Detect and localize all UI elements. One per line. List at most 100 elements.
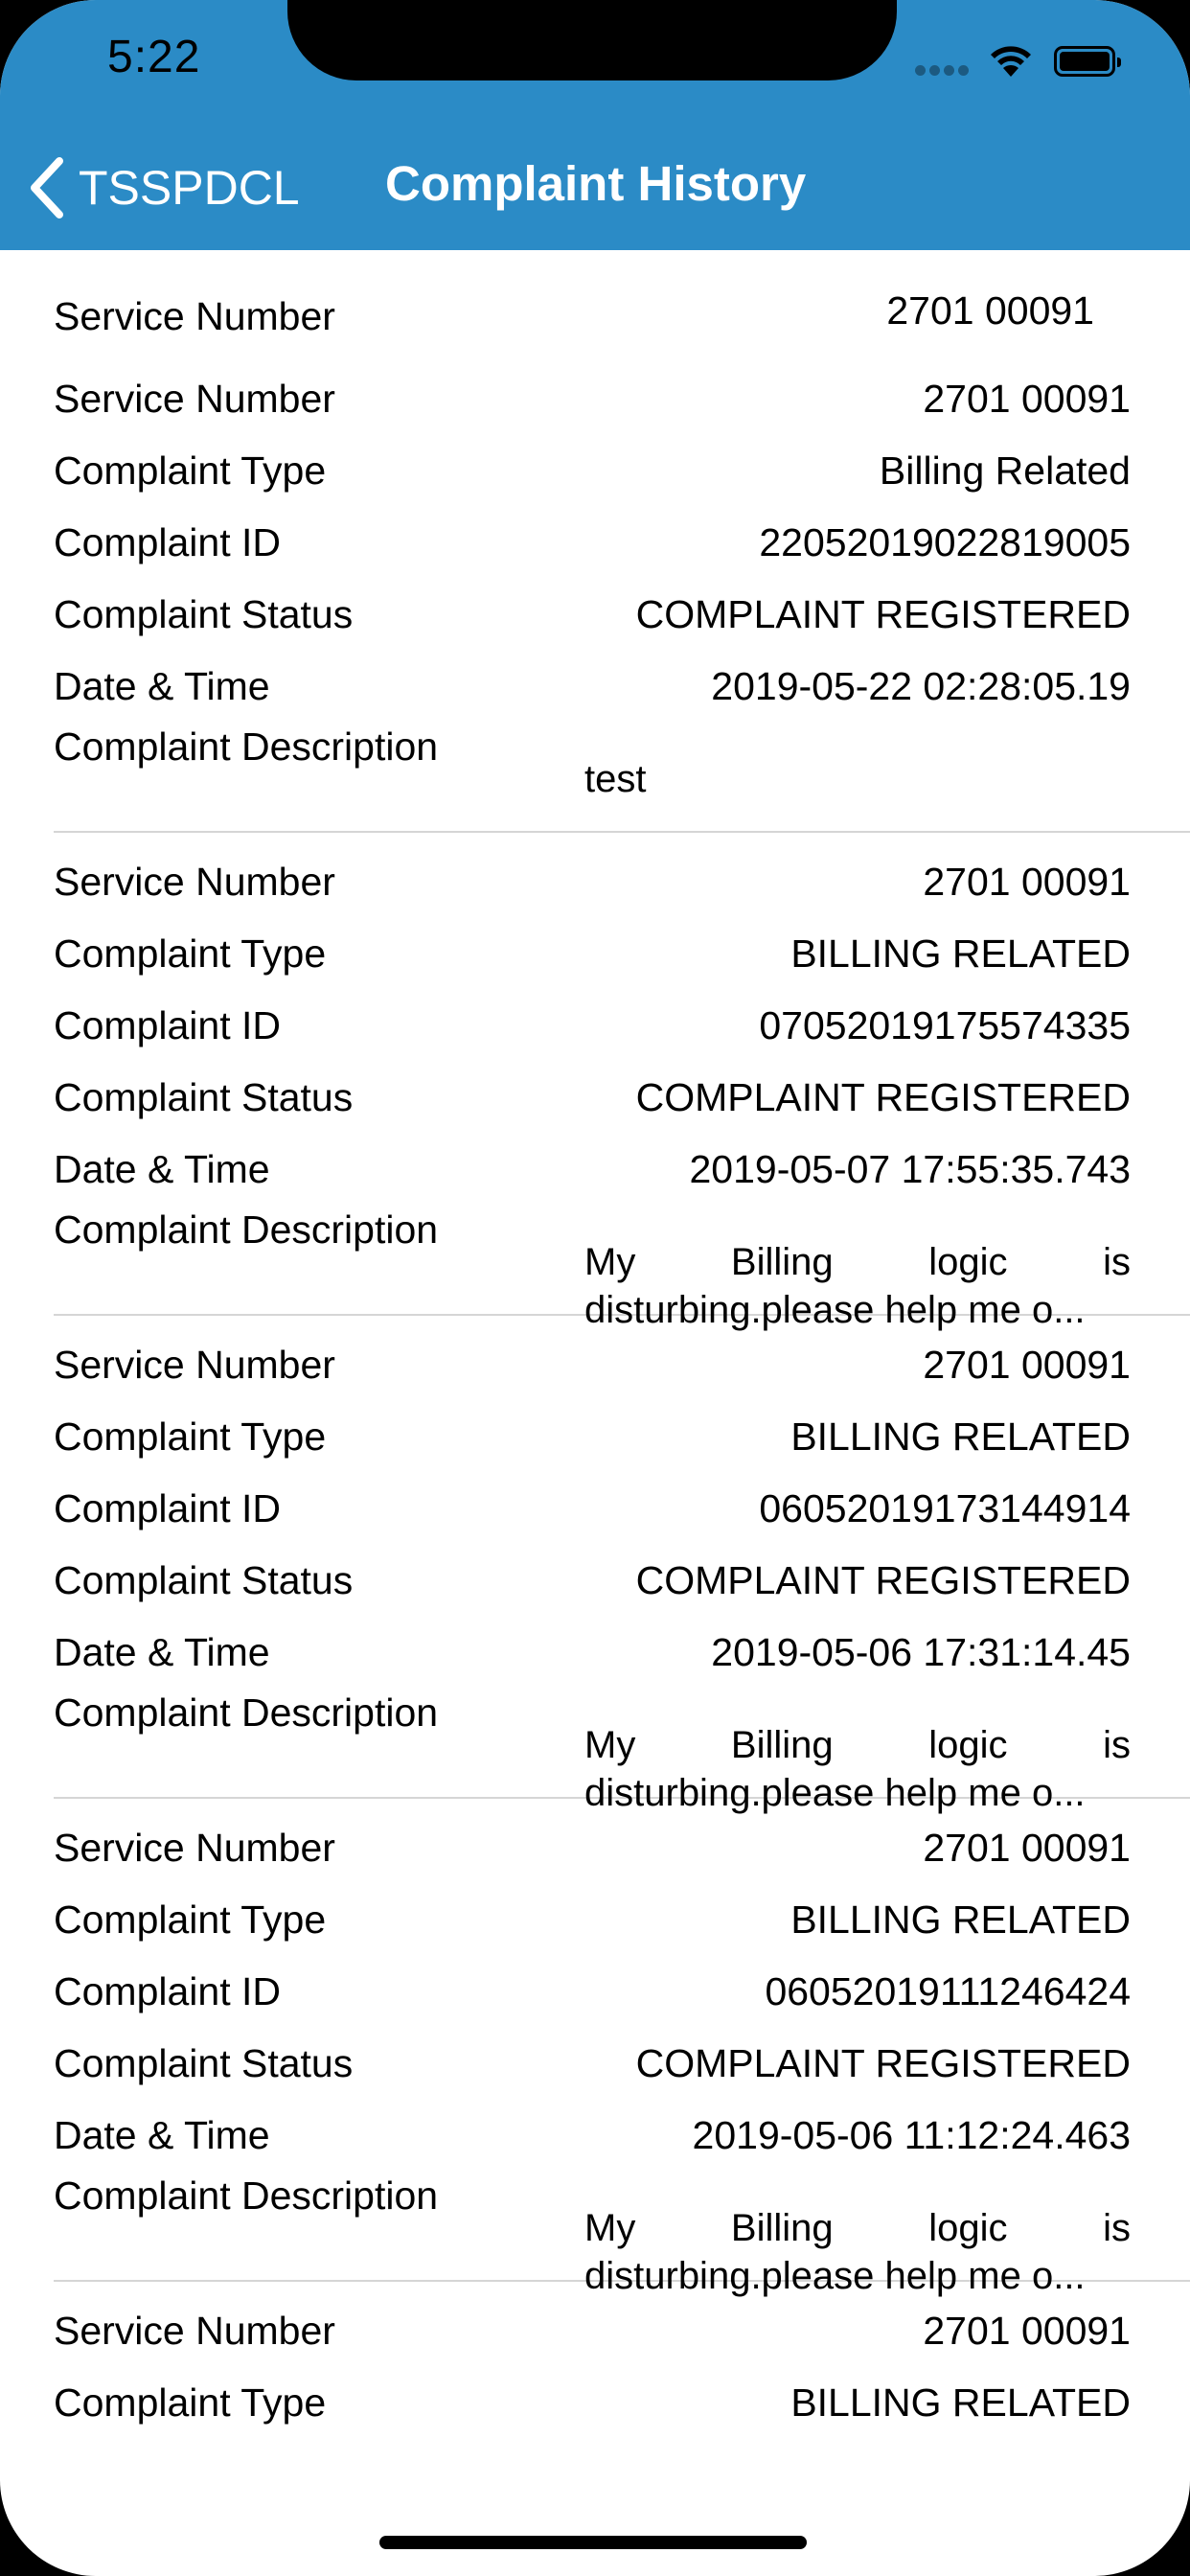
row-complaint-description: Complaint Description test — [54, 723, 1131, 831]
field-label: Service Number — [54, 860, 335, 904]
field-value: COMPLAINT REGISTERED — [635, 592, 1131, 636]
field-label: Complaint Status — [54, 1558, 354, 1602]
wifi-icon — [991, 46, 1031, 77]
field-label: Date & Time — [54, 2113, 270, 2157]
row-service-number: Service Number 2701 00091 — [54, 1329, 1131, 1401]
description-word: logic — [928, 2207, 1008, 2249]
description-word: is — [1103, 2207, 1131, 2249]
field-label: Service Number — [54, 2309, 335, 2353]
description-word: is — [1103, 1241, 1131, 1283]
field-label: Complaint Type — [54, 2380, 327, 2425]
row-date-time: Date & Time 2019-05-07 17:55:35.743 — [54, 1134, 1131, 1206]
field-label: Date & Time — [54, 1630, 270, 1674]
field-label: Complaint Status — [54, 592, 354, 636]
row-complaint-description: Complaint Description My Billing logic i… — [54, 1689, 1131, 1814]
service-number-header: Service Number 2701 00091 — [54, 250, 1113, 350]
row-complaint-description: Complaint Description My Billing logic i… — [54, 2172, 1131, 2297]
field-value: 2019-05-06 17:31:14.45 — [711, 1630, 1131, 1674]
field-value: 07052019175574335 — [759, 1003, 1131, 1047]
home-indicator[interactable] — [379, 2536, 807, 2549]
field-label: Complaint Type — [54, 1414, 327, 1459]
field-label: Service Number — [54, 377, 335, 421]
field-label: Complaint ID — [54, 1003, 281, 1047]
field-value: 06052019173144914 — [759, 1486, 1131, 1530]
row-complaint-type: Complaint Type BILLING RELATED — [54, 918, 1131, 990]
field-value: 06052019111246424 — [765, 1969, 1131, 2013]
field-value: COMPLAINT REGISTERED — [635, 1075, 1131, 1119]
complaint-history-list[interactable]: Service Number 2701 00091 Service Number… — [0, 250, 1190, 2439]
chevron-left-icon — [31, 157, 63, 218]
field-value: COMPLAINT REGISTERED — [635, 2041, 1131, 2085]
back-button[interactable]: TSSPDCL — [29, 153, 300, 222]
field-value: BILLING RELATED — [790, 1898, 1131, 1942]
cellular-signal-icon — [915, 63, 973, 76]
field-label: Service Number — [54, 1826, 335, 1870]
description-line-1: My Billing logic is — [584, 1238, 1131, 1286]
description-word: Billing — [730, 1724, 834, 1766]
field-label: Complaint Type — [54, 1898, 327, 1942]
field-label: Date & Time — [54, 1147, 270, 1191]
field-label: Complaint Description — [54, 2174, 439, 2218]
navigation-bar: 5:22 TSSPDCL Complaint History — [0, 0, 1190, 250]
screen: 5:22 TSSPDCL Complaint History Service N… — [0, 0, 1190, 2576]
field-value: 2019-05-06 11:12:24.463 — [692, 2113, 1131, 2157]
status-time: 5:22 — [107, 32, 201, 82]
page-title: Complaint History — [385, 156, 807, 211]
row-date-time: Date & Time 2019-05-06 17:31:14.45 — [54, 1617, 1131, 1689]
field-label: Complaint Description — [54, 1208, 439, 1252]
field-value: BILLING RELATED — [790, 2380, 1131, 2425]
description-word: logic — [928, 1724, 1008, 1766]
complaint-card[interactable]: Service Number 2701 00091 Complaint Type… — [0, 350, 1190, 833]
field-value: COMPLAINT REGISTERED — [635, 1558, 1131, 1602]
row-date-time: Date & Time 2019-05-06 11:12:24.463 — [54, 2100, 1131, 2172]
field-value: 2701 00091 — [923, 1343, 1131, 1387]
row-service-number: Service Number 2701 00091 — [54, 2295, 1131, 2367]
field-label: Complaint Status — [54, 2041, 354, 2085]
row-complaint-status: Complaint Status COMPLAINT REGISTERED — [54, 1062, 1131, 1134]
field-value: 22052019022819005 — [759, 520, 1131, 564]
description-word: My — [584, 2207, 636, 2249]
description-word: Billing — [730, 1241, 834, 1283]
description-word: Billing — [730, 2207, 834, 2249]
field-value: 2701 00091 — [923, 377, 1131, 421]
field-label: Complaint ID — [54, 520, 281, 564]
battery-icon — [1054, 46, 1121, 77]
row-complaint-description: Complaint Description My Billing logic i… — [54, 1206, 1131, 1331]
field-value: 2019-05-22 02:28:05.19 — [711, 664, 1131, 708]
service-number-value: 2701 00091 — [886, 288, 1094, 333]
field-value: 2019-05-07 17:55:35.743 — [689, 1147, 1131, 1191]
description-word: logic — [928, 1241, 1008, 1283]
row-complaint-type: Complaint Type BILLING RELATED — [54, 2367, 1131, 2439]
field-value: 2701 00091 — [923, 860, 1131, 904]
complaint-card[interactable]: Service Number 2701 00091 Complaint Type… — [0, 1799, 1190, 2297]
field-label: Service Number — [54, 1343, 335, 1387]
field-label: Complaint ID — [54, 1969, 281, 2013]
row-complaint-status: Complaint Status COMPLAINT REGISTERED — [54, 579, 1131, 651]
field-value: Billing Related — [879, 448, 1131, 493]
description-word: is — [1103, 1724, 1131, 1766]
field-label: Complaint Status — [54, 1075, 354, 1119]
field-value: BILLING RELATED — [790, 1414, 1131, 1459]
complaint-card[interactable]: Service Number 2701 00091 Complaint Type… — [0, 833, 1190, 1331]
row-complaint-type: Complaint Type Billing Related — [54, 435, 1131, 507]
row-date-time: Date & Time 2019-05-22 02:28:05.19 — [54, 651, 1131, 723]
row-complaint-type: Complaint Type BILLING RELATED — [54, 1884, 1131, 1956]
field-value: 2701 00091 — [923, 2309, 1131, 2353]
description-word: My — [584, 1724, 636, 1766]
row-service-number: Service Number 2701 00091 — [54, 363, 1131, 435]
field-label: Date & Time — [54, 664, 270, 708]
field-label: Complaint Type — [54, 932, 327, 976]
row-service-number: Service Number 2701 00091 — [54, 846, 1131, 918]
description-word: My — [584, 1241, 636, 1283]
field-label: Complaint Type — [54, 448, 327, 493]
back-button-label: TSSPDCL — [79, 161, 300, 215]
complaint-card[interactable]: Service Number 2701 00091 Complaint Type… — [0, 1316, 1190, 1814]
row-complaint-type: Complaint Type BILLING RELATED — [54, 1401, 1131, 1473]
row-complaint-status: Complaint Status COMPLAINT REGISTERED — [54, 1545, 1131, 1617]
row-complaint-id: Complaint ID 06052019111246424 — [54, 1956, 1131, 2028]
service-number-label: Service Number — [54, 294, 335, 338]
field-value: BILLING RELATED — [790, 932, 1131, 976]
complaint-card[interactable]: Service Number 2701 00091 Complaint Type… — [0, 2282, 1190, 2439]
description-line-1: My Billing logic is — [584, 1721, 1131, 1769]
device-notch — [287, 0, 897, 80]
